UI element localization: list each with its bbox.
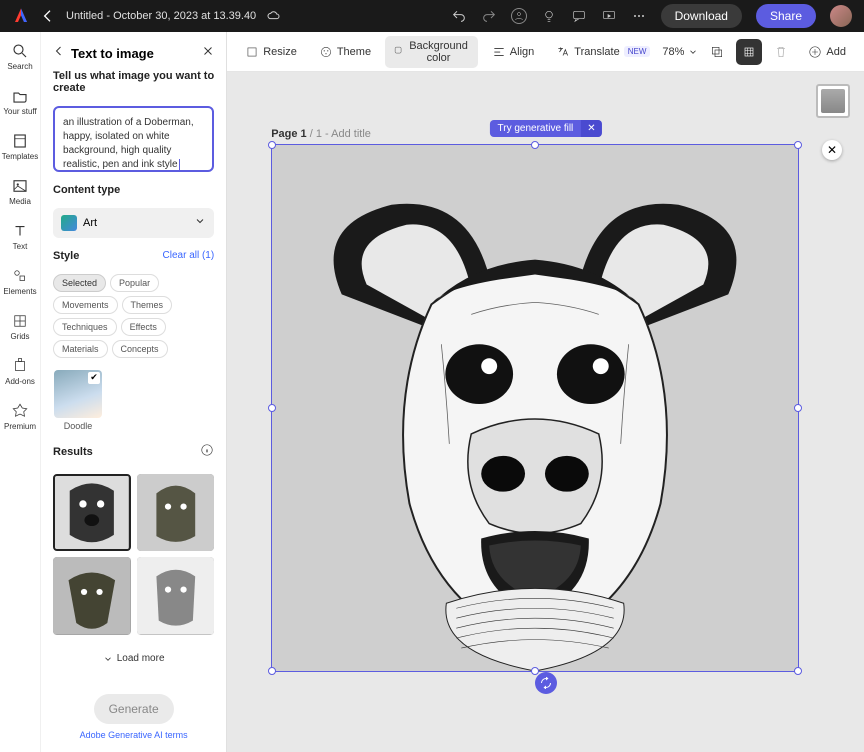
panel-close-icon[interactable]: [202, 44, 214, 62]
info-icon[interactable]: [200, 443, 214, 462]
sidebar-item-premium[interactable]: Premium: [4, 402, 36, 431]
sidebar-item-search[interactable]: Search: [7, 42, 32, 71]
result-thumb-2[interactable]: [137, 474, 215, 552]
generate-button[interactable]: Generate: [94, 694, 174, 724]
prompt-label: Tell us what image you want to create: [53, 70, 214, 94]
panel-title: Text to image: [71, 46, 154, 61]
results-grid: [53, 474, 214, 635]
background-color-button[interactable]: Background color: [385, 36, 478, 68]
resize-handle[interactable]: [794, 667, 802, 675]
present-icon[interactable]: [601, 8, 617, 24]
style-chips: Selected Popular Movements Themes Techni…: [53, 274, 214, 358]
document-title[interactable]: Untitled - October 30, 2023 at 13.39.40: [66, 10, 256, 22]
share-button[interactable]: Share: [756, 4, 816, 28]
chip-techniques[interactable]: Techniques: [53, 318, 117, 336]
back-icon[interactable]: [40, 8, 56, 24]
deselect-icon[interactable]: ✕: [822, 140, 842, 160]
ai-terms-link[interactable]: Adobe Generative AI terms: [80, 730, 188, 740]
try-fill-button[interactable]: Try generative fill: [490, 120, 582, 137]
canvas-area: Resize Theme Background color Align Tran…: [227, 32, 864, 752]
chip-movements[interactable]: Movements: [53, 296, 118, 314]
chip-concepts[interactable]: Concepts: [112, 340, 168, 358]
result-thumb-3[interactable]: [53, 557, 131, 635]
translate-button[interactable]: TranslateNEW: [548, 41, 658, 63]
undo-icon[interactable]: [451, 8, 467, 24]
page-thumbnail[interactable]: [816, 84, 850, 118]
sidebar-item-yourstuff[interactable]: Your stuff: [3, 87, 36, 116]
art-icon: [61, 215, 77, 231]
clear-all-link[interactable]: Clear all (1): [163, 250, 215, 261]
result-thumb-1[interactable]: [53, 474, 131, 552]
sidebar-item-templates[interactable]: Templates: [2, 132, 38, 161]
try-fill-close-icon[interactable]: ✕: [581, 120, 601, 137]
resize-button[interactable]: Resize: [237, 41, 305, 63]
user-icon[interactable]: [511, 8, 527, 24]
redo-icon[interactable]: [481, 8, 497, 24]
pages-icon[interactable]: [704, 39, 730, 65]
topbar: Untitled - October 30, 2023 at 13.39.40 …: [0, 0, 864, 32]
sidebar-item-text[interactable]: Text: [11, 222, 29, 251]
left-sidebar: Search Your stuff Templates Media Text E…: [0, 32, 41, 752]
chevron-down-icon: [194, 214, 206, 232]
resize-handle[interactable]: [794, 404, 802, 412]
more-icon[interactable]: [631, 8, 647, 24]
comment-icon[interactable]: [571, 8, 587, 24]
style-thumb-doodle[interactable]: ✔: [54, 370, 102, 418]
app-logo[interactable]: [12, 7, 30, 25]
sidebar-item-media[interactable]: Media: [9, 177, 31, 206]
download-button[interactable]: Download: [661, 4, 742, 28]
theme-button[interactable]: Theme: [311, 41, 379, 63]
results-label: Results: [53, 446, 93, 458]
canvas-toolbar: Resize Theme Background color Align Tran…: [227, 32, 864, 72]
prompt-input[interactable]: an illustration of a Doberman, happy, is…: [53, 106, 214, 172]
result-thumb-4[interactable]: [137, 557, 215, 635]
zoom-control[interactable]: 78%: [662, 46, 698, 58]
style-thumb-label: Doodle: [64, 421, 93, 431]
new-badge: NEW: [624, 46, 651, 57]
regenerate-icon[interactable]: [535, 672, 557, 694]
chip-effects[interactable]: Effects: [121, 318, 166, 336]
sidebar-item-addons[interactable]: Add-ons: [5, 357, 35, 386]
selected-image[interactable]: [271, 144, 799, 672]
avatar[interactable]: [830, 5, 852, 27]
add-button[interactable]: Add: [800, 41, 854, 63]
chip-selected[interactable]: Selected: [53, 274, 106, 292]
chip-themes[interactable]: Themes: [122, 296, 173, 314]
content-type-select[interactable]: Art: [53, 208, 214, 238]
bulb-icon[interactable]: [541, 8, 557, 24]
page-label[interactable]: Page 1 / 1 - Add title: [271, 128, 371, 140]
try-generative-fill: Try generative fill ✕: [490, 120, 602, 137]
layers-icon[interactable]: [736, 39, 762, 65]
sidebar-item-grids[interactable]: Grids: [10, 312, 29, 341]
chip-popular[interactable]: Popular: [110, 274, 159, 292]
check-icon: ✔: [88, 372, 100, 384]
align-button[interactable]: Align: [484, 41, 542, 63]
trash-icon[interactable]: [768, 39, 794, 65]
cloud-sync-icon[interactable]: [266, 8, 282, 24]
chip-materials[interactable]: Materials: [53, 340, 108, 358]
resize-handle[interactable]: [794, 141, 802, 149]
text-to-image-panel: Text to image Tell us what image you wan…: [41, 32, 227, 752]
canvas-body[interactable]: Page 1 / 1 - Add title Try generative fi…: [227, 72, 864, 752]
load-more-button[interactable]: Load more: [53, 647, 214, 670]
style-label: Style: [53, 250, 79, 262]
content-type-label: Content type: [53, 184, 214, 196]
resize-handle[interactable]: [268, 667, 276, 675]
panel-back-icon[interactable]: [53, 44, 65, 62]
sidebar-item-elements[interactable]: Elements: [3, 267, 36, 296]
